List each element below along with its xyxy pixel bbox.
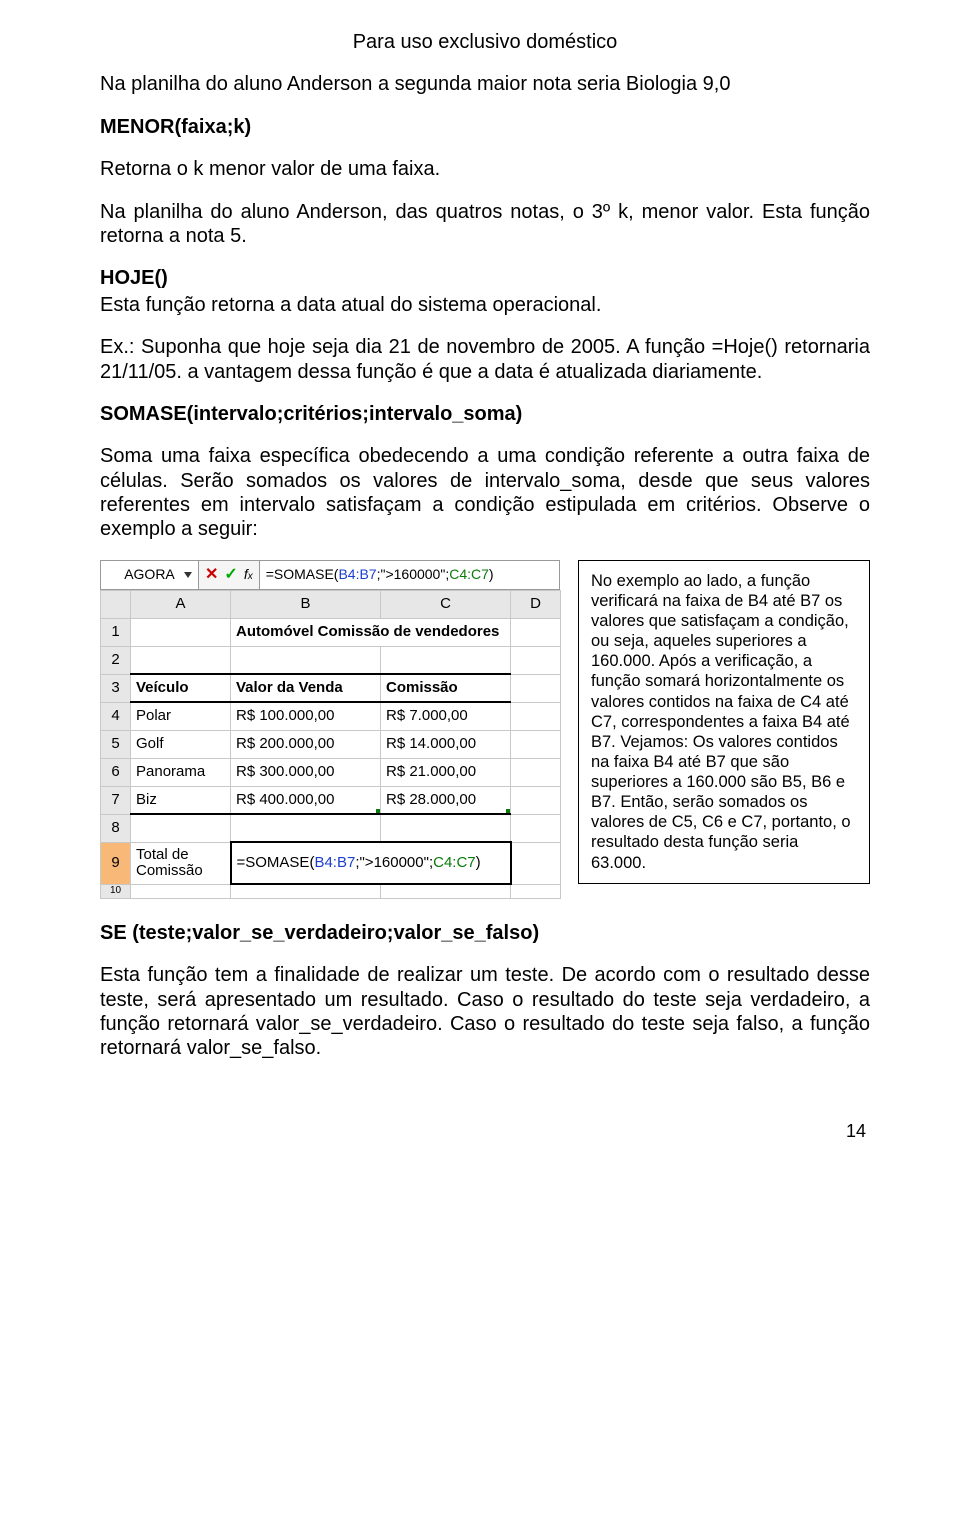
cell[interactable]: R$ 21.000,00	[381, 758, 511, 786]
row-header[interactable]: 10	[101, 884, 131, 898]
formula-bar: AGORA ✕ ✓ fx =SOMASE(B4:B7;">160000";C4:…	[100, 560, 560, 590]
heading-hoje: HOJE()	[100, 266, 870, 290]
cell[interactable]	[131, 814, 231, 842]
cell[interactable]: Comissão	[381, 674, 511, 702]
row-header[interactable]: 8	[101, 814, 131, 842]
paragraph-menor-example: Na planilha do aluno Anderson, das quatr…	[100, 200, 870, 249]
corner-cell[interactable]	[101, 590, 131, 618]
active-cell[interactable]: =SOMASE(B4:B7;">160000";C4:C7)	[231, 842, 511, 884]
cell[interactable]: Golf	[131, 730, 231, 758]
row-header[interactable]: 1	[101, 618, 131, 646]
name-box[interactable]: AGORA	[101, 561, 199, 589]
cell[interactable]: R$ 400.000,00	[231, 786, 381, 814]
cell[interactable]	[511, 786, 561, 814]
row-header[interactable]: 9	[101, 842, 131, 884]
cell[interactable]	[131, 618, 231, 646]
cell[interactable]	[511, 646, 561, 674]
col-header-c[interactable]: C	[381, 590, 511, 618]
cell[interactable]: R$ 7.000,00	[381, 702, 511, 730]
fx-icon[interactable]: fx	[244, 566, 253, 583]
cell[interactable]	[511, 730, 561, 758]
paragraph-hoje-example: Ex.: Suponha que hoje seja dia 21 de nov…	[100, 335, 870, 384]
row-header[interactable]: 2	[101, 646, 131, 674]
cell[interactable]: Veículo	[131, 674, 231, 702]
row-header[interactable]: 6	[101, 758, 131, 786]
paragraph-se-desc: Esta função tem a finalidade de realizar…	[100, 963, 870, 1061]
cell[interactable]	[131, 884, 231, 898]
cell[interactable]: Automóvel Comissão de vendedores	[231, 618, 511, 646]
cell[interactable]	[381, 884, 511, 898]
cell[interactable]	[231, 646, 381, 674]
heading-se: SE (teste;valor_se_verdadeiro;valor_se_f…	[100, 921, 870, 945]
paragraph-somase-desc: Soma uma faixa específica obedecendo a u…	[100, 444, 870, 542]
cell[interactable]	[511, 884, 561, 898]
spreadsheet-example: AGORA ✕ ✓ fx =SOMASE(B4:B7;">160000";C4:…	[100, 560, 560, 899]
page-number: 14	[100, 1121, 870, 1143]
cell[interactable]	[231, 814, 381, 842]
cell[interactable]: Panorama	[131, 758, 231, 786]
row-header[interactable]: 4	[101, 702, 131, 730]
cell[interactable]	[511, 618, 561, 646]
formula-text: =SOMASE(B4:B7;">160000";C4:C7)	[266, 566, 494, 583]
cell[interactable]	[231, 884, 381, 898]
cell[interactable]: R$ 100.000,00	[231, 702, 381, 730]
row-header[interactable]: 7	[101, 786, 131, 814]
cell[interactable]	[381, 814, 511, 842]
cell[interactable]: Biz	[131, 786, 231, 814]
heading-menor: MENOR(faixa;k)	[100, 115, 870, 139]
col-header-d[interactable]: D	[511, 590, 561, 618]
cell[interactable]: Total de Comissão	[131, 842, 231, 884]
cell[interactable]: R$ 200.000,00	[231, 730, 381, 758]
paragraph-menor-desc: Retorna o k menor valor de uma faixa.	[100, 157, 870, 181]
cell[interactable]	[511, 814, 561, 842]
cell[interactable]	[511, 842, 561, 884]
cancel-formula-icon[interactable]: ✕	[205, 565, 218, 585]
cell[interactable]: R$ 28.000,00	[381, 786, 511, 814]
cell-formula: =SOMASE(B4:B7;">160000";C4:C7)	[237, 854, 481, 871]
cell[interactable]: Valor da Venda	[231, 674, 381, 702]
spreadsheet-grid: A B C D 1 Automóvel Comissão de vendedor…	[100, 590, 561, 899]
paragraph-hoje-desc: Esta função retorna a data atual do sist…	[100, 293, 870, 317]
cell[interactable]: Polar	[131, 702, 231, 730]
row-header[interactable]: 5	[101, 730, 131, 758]
accept-formula-icon[interactable]: ✓	[224, 565, 237, 585]
cell[interactable]	[511, 702, 561, 730]
paragraph-intro: Na planilha do aluno Anderson a segunda …	[100, 72, 870, 96]
page-header: Para uso exclusivo doméstico	[100, 30, 870, 54]
cell[interactable]	[131, 646, 231, 674]
heading-somase: SOMASE(intervalo;critérios;intervalo_som…	[100, 402, 870, 426]
example-explanation-box: No exemplo ao lado, a função verificará …	[578, 560, 870, 884]
cell[interactable]: R$ 14.000,00	[381, 730, 511, 758]
cell[interactable]	[511, 674, 561, 702]
col-header-b[interactable]: B	[231, 590, 381, 618]
cell[interactable]: R$ 300.000,00	[231, 758, 381, 786]
cell[interactable]	[381, 646, 511, 674]
cell[interactable]	[511, 758, 561, 786]
formula-input[interactable]: =SOMASE(B4:B7;">160000";C4:C7)	[260, 561, 559, 589]
col-header-a[interactable]: A	[131, 590, 231, 618]
row-header[interactable]: 3	[101, 674, 131, 702]
